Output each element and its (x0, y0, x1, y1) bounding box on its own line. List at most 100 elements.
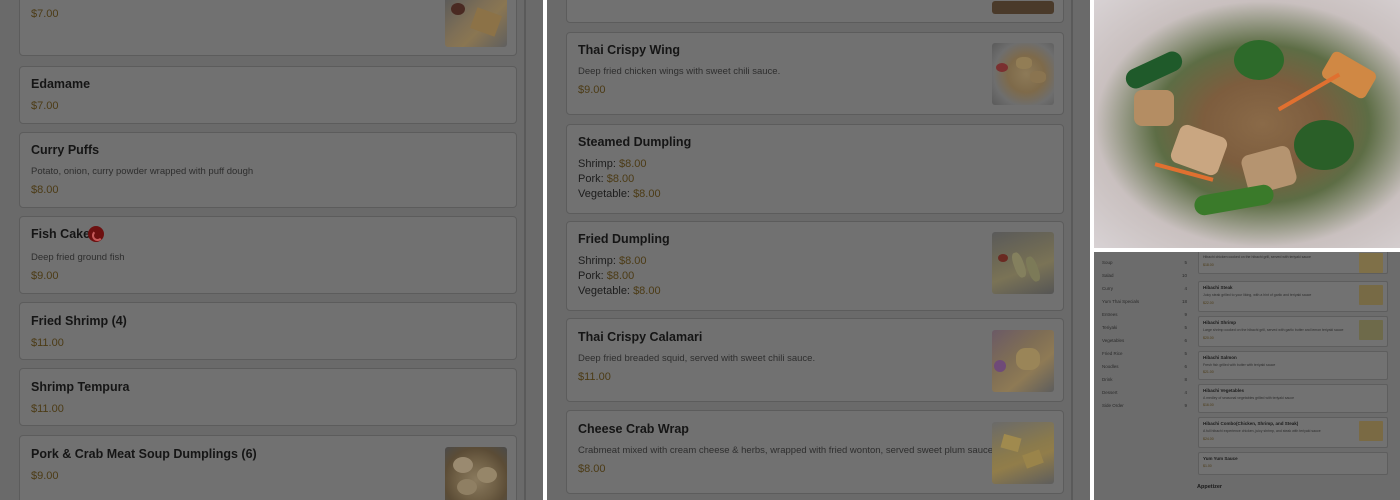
partial-photo (992, 1, 1054, 14)
crab-wrap-photo (992, 422, 1054, 484)
category-item[interactable]: Fried Rice 5 (1102, 351, 1187, 356)
mini-item-price: $18.00 (1203, 263, 1214, 267)
mini-menu-card[interactable]: Hibachi Salmon Fresh fish grilled with b… (1198, 351, 1388, 380)
mini-menu-card[interactable]: Hibachi Shrimp Large shrimp cooked on th… (1198, 316, 1388, 347)
option-price-line: Pork: $8.00 (578, 270, 634, 282)
category-label: Dessert (1102, 390, 1118, 395)
stir-fried-noodles-photo (1094, 0, 1400, 248)
mini-item-price: $1.00 (1203, 464, 1212, 468)
category-item[interactable]: Entrees 9 (1102, 312, 1187, 317)
category-item[interactable]: Teriyaki 5 (1102, 325, 1187, 330)
menu-item-card[interactable]: Fried Dumpling Shrimp: $8.00 Pork: $8.00… (566, 221, 1064, 311)
category-label: Vegetables (1102, 338, 1125, 343)
chicken-wings-photo (992, 43, 1054, 105)
option-price-line: Shrimp: $8.00 (578, 255, 647, 267)
item-name: Fish Cake (31, 227, 91, 241)
category-item[interactable]: Side Order 9 (1102, 403, 1187, 408)
mini-item-desc: A medley of seasonal vegetables grilled … (1203, 396, 1295, 400)
item-description: Deep fried chicken wings with sweet chil… (578, 66, 781, 77)
item-description: Potato, onion, curry powder wrapped with… (31, 166, 254, 177)
mini-item-name: Yum Yum Sauce (1203, 456, 1238, 461)
fried-dumplings-photo (992, 232, 1054, 294)
middle-menu-panel: Thai Crispy Wing Deep fried chicken wing… (547, 0, 1090, 500)
item-name: Cheese Crab Wrap (578, 422, 689, 436)
menu-item-card[interactable]: Thai Crispy Wing Deep fried chicken wing… (566, 32, 1064, 115)
mini-menu-card[interactable]: Hibachi Steak Juicy steak grilled to you… (1198, 281, 1388, 312)
mini-menu-card[interactable]: Hibachi chicken cooked on the hibachi gr… (1198, 252, 1388, 274)
item-price: $8.00 (31, 184, 59, 196)
category-item[interactable]: Yum Thai Specials 18 (1102, 299, 1187, 304)
category-count: 4 (1184, 390, 1187, 395)
option-label: Shrimp: (578, 255, 616, 267)
mini-menu-card[interactable]: Hibachi Combo(Chicken, Shrimp, and Steak… (1198, 417, 1388, 448)
category-count: 6 (1184, 364, 1187, 369)
category-item[interactable]: Drink 8 (1102, 377, 1187, 382)
scrollbar-track[interactable] (524, 0, 526, 500)
menu-item-card[interactable]: $7.00 (19, 0, 517, 56)
menu-item-card[interactable]: Cheese Crab Wrap Crabmeat mixed with cre… (566, 410, 1064, 494)
mini-item-desc: Fresh fish grilled with butter with teri… (1203, 363, 1276, 367)
category-count: 5 (1184, 351, 1187, 356)
menu-item-card[interactable]: Curry Puffs Potato, onion, curry powder … (19, 132, 517, 208)
menu-list: $7.00 Edamame $7.00 Curry Puffs Potato, … (0, 0, 543, 500)
menu-item-card[interactable]: Fried Shrimp (4) $11.00 (19, 302, 517, 360)
menu-item-card[interactable]: Thai Crispy Calamari Deep fried breaded … (566, 318, 1064, 402)
right-panel: Soup 5 Salad 10 Curry 4 Yum Thai Specials 18… (1094, 0, 1400, 500)
category-count: 5 (1184, 325, 1187, 330)
item-price: $9.00 (31, 470, 59, 482)
item-name: Fried Dumpling (578, 232, 670, 246)
spicy-icon (88, 226, 104, 242)
mini-menu-screenshot: Soup 5 Salad 10 Curry 4 Yum Thai Specials 18… (1094, 252, 1400, 500)
mini-item-desc: Juicy steak grilled to your liking, with… (1203, 293, 1312, 297)
category-item[interactable]: Noodles 6 (1102, 364, 1187, 369)
scrollbar-track[interactable] (1071, 0, 1073, 500)
mini-menu-card[interactable]: Hibachi Vegetables A medley of seasonal … (1198, 384, 1388, 413)
option-label: Pork: (578, 173, 604, 185)
category-count: 5 (1184, 260, 1187, 265)
category-count: 18 (1181, 299, 1187, 304)
mini-menu-card[interactable]: Yum Yum Sauce $1.00 (1198, 452, 1388, 475)
item-name: Edamame (31, 77, 91, 91)
category-label: Side Order (1102, 403, 1124, 408)
option-label: Vegetable: (578, 188, 630, 200)
category-item[interactable]: Soup 5 (1102, 260, 1187, 265)
category-item[interactable]: Curry 4 (1102, 286, 1187, 291)
item-price: $9.00 (31, 270, 59, 282)
option-price-line: Pork: $8.00 (578, 173, 634, 185)
option-price: $8.00 (618, 255, 647, 267)
menu-item-card[interactable]: Steamed Dumpling Shrimp: $8.00 Pork: $8.… (566, 124, 1064, 214)
section-heading: Appetizer (1197, 484, 1223, 490)
menu-item-card[interactable]: Pork & Crab Meat Soup Dumplings (6) $9.0… (19, 435, 517, 500)
category-item[interactable]: Dessert 4 (1102, 390, 1187, 395)
mini-item-name: Hibachi Steak (1203, 285, 1233, 290)
item-description: Crabmeat mixed with cream cheese & herbs… (578, 445, 996, 456)
menu-item-card[interactable]: Fish Cake Deep fried ground fish $9.00 (19, 216, 517, 294)
item-price: $8.00 (578, 463, 606, 475)
mini-item-price: $21.00 (1203, 370, 1214, 374)
calamari-photo (992, 330, 1054, 392)
item-price: $9.00 (578, 84, 606, 96)
mini-item-price: $20.00 (1203, 336, 1214, 340)
category-count: 8 (1184, 377, 1187, 382)
category-label: Noodles (1102, 364, 1119, 369)
item-price: $11.00 (31, 403, 64, 415)
mini-food-photo (1359, 253, 1383, 273)
option-price-line: Shrimp: $8.00 (578, 158, 647, 170)
category-count: 4 (1184, 286, 1187, 291)
option-price-line: Vegetable: $8.00 (578, 285, 661, 297)
item-name: Pork & Crab Meat Soup Dumplings (6) (31, 447, 257, 461)
menu-item-card[interactable]: Edamame $7.00 (19, 66, 517, 124)
item-price: $7.00 (31, 8, 59, 20)
fried-pancake-photo (445, 0, 507, 47)
item-name: Thai Crispy Wing (578, 43, 680, 57)
option-label: Pork: (578, 270, 604, 282)
option-label: Shrimp: (578, 158, 616, 170)
category-label: Teriyaki (1102, 325, 1118, 330)
menu-item-card[interactable]: Shrimp Tempura $11.00 (19, 368, 517, 426)
category-item[interactable]: Vegetables 6 (1102, 338, 1187, 343)
mini-item-price: $24.00 (1203, 437, 1214, 441)
mini-item-desc: Hibachi chicken cooked on the hibachi gr… (1203, 255, 1311, 259)
menu-item-card[interactable] (566, 0, 1064, 23)
mini-food-photo (1359, 320, 1383, 340)
category-item[interactable]: Salad 10 (1102, 273, 1187, 278)
